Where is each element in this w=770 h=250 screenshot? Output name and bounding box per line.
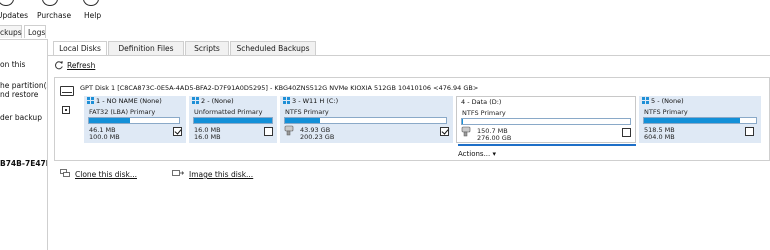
partition-header: 5 - (None) [639,97,684,106]
drive-icon [284,125,294,136]
windows-logo-icon [642,97,649,104]
windows-logo-icon [87,97,94,104]
partition-5[interactable]: 5 - (None) NTFS Primary 518.5 MB 604.0 M… [639,96,761,143]
actions-label: Actions... [458,150,491,158]
partition-type: FAT32 (LBA) Primary [89,108,156,116]
windows-logo-icon [283,97,290,104]
partition-2[interactable]: 2 - (None) Unformatted Primary 16.0 MB 1… [189,96,277,143]
usage-bar-fill [89,118,131,123]
actions-dropdown[interactable]: Actions... ▾ [458,150,496,158]
toolbar: Updates Purchase Help [0,0,770,24]
partition-name: 3 - W11 H (C:) [292,97,339,105]
tab-definition-files[interactable]: Definition Files [108,41,184,55]
tab-scripts[interactable]: Scripts [185,41,229,55]
clone-disk-icon[interactable] [60,169,70,177]
left-panel-text: nd restore [0,90,39,99]
refresh-button[interactable]: Refresh [67,61,95,70]
usage-bar [193,117,273,124]
usage-bar-fill [644,118,741,123]
total-size: 276.00 GB [477,134,512,142]
selected-partition-indicator [458,144,636,146]
partition-type: Unformatted Primary [194,108,263,116]
purchase-icon[interactable] [42,0,58,6]
refresh-icon[interactable] [54,60,64,70]
left-panel: on this he partition(s) nd restore der b… [0,40,48,250]
tab-divider [48,55,770,56]
partition-name: 1 - NO NAME (None) [96,97,162,105]
left-panel-id: B74B-7E47FFI [0,159,47,168]
partition-type: NTFS Primary [285,108,329,116]
tab-scheduled-backups[interactable]: Scheduled Backups [230,41,316,55]
help-button[interactable]: Help [84,11,101,20]
partition-3[interactable]: 3 - W11 H (C:) NTFS Primary 43.93 GB 200… [280,96,453,143]
partition-name: 2 - (None) [201,97,234,105]
partition-type: NTFS Primary [644,108,688,116]
partition-header: 1 - NO NAME (None) [84,97,162,106]
tab-backups[interactable]: ckups [0,25,22,38]
partition-4[interactable]: 4 - Data (D:) NTFS Primary 150.7 MB 276.… [456,96,636,143]
tab-local-disks[interactable]: Local Disks [53,41,107,56]
left-tab-strip: ckups Logs [0,25,48,40]
image-disk-link[interactable]: Image this disk... [189,170,253,179]
purchase-button[interactable]: Purchase [37,11,71,20]
total-size: 604.0 MB [644,133,675,141]
total-size: 200.23 GB [300,133,335,141]
usage-bar [88,117,180,124]
partition-name: 4 - Data (D:) [461,98,502,106]
partition-header: 4 - Data (D:) [461,98,501,107]
total-size: 16.0 MB [194,133,221,141]
partition-type: NTFS Primary [462,109,506,117]
help-icon[interactable] [83,0,99,6]
partition-checkbox[interactable] [622,128,631,137]
usage-bar [284,117,447,124]
partition-checkbox[interactable] [745,127,754,136]
windows-logo-icon [192,97,199,104]
disk-title: GPT Disk 1 [C8CA873C-0E5A-4AD5-BFA2-D7F9… [80,84,479,92]
partition-header: 2 - (None) [189,97,234,106]
partition-checkbox[interactable] [173,127,182,136]
updates-button[interactable]: Updates [0,11,28,20]
partition-checkbox[interactable] [264,127,273,136]
tab-logs[interactable]: Logs [24,25,46,38]
total-size: 100.0 MB [89,133,120,141]
partition-header: 3 - W11 H (C:) [280,97,338,106]
left-panel-text: on this [0,60,26,69]
clone-disk-link[interactable]: Clone this disk... [75,170,137,179]
partition-name: 5 - (None) [651,97,684,105]
partition-checkbox[interactable] [440,127,449,136]
image-disk-icon[interactable] [172,169,184,177]
usage-bar [461,118,631,125]
usage-bar [643,117,757,124]
usage-bar-fill [194,118,272,123]
left-panel-text: he partition(s) [0,81,47,90]
left-panel-text: der backup [0,113,42,122]
chevron-down-icon: ▾ [492,150,496,158]
hard-disk-icon [60,86,74,96]
drive-icon [461,126,471,137]
updates-icon[interactable] [0,0,14,6]
partition-1[interactable]: 1 - NO NAME (None) FAT32 (LBA) Primary 4… [84,96,186,143]
disk-select-checkbox[interactable] [62,106,70,114]
